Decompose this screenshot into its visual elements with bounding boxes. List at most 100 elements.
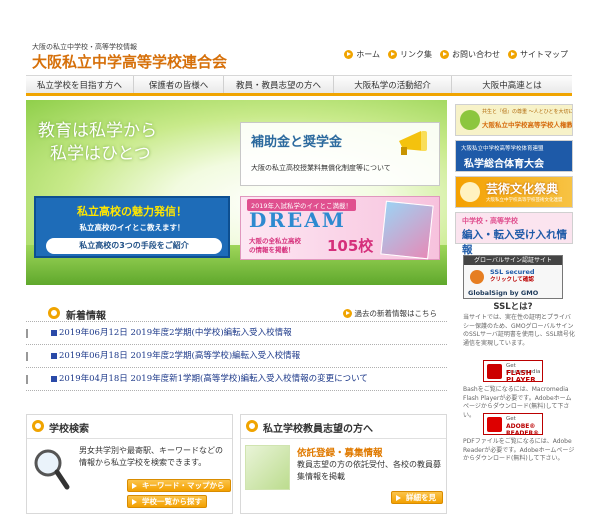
banner-transfer-line2: 編入・転入受け入れ情報	[462, 229, 567, 256]
reader-description: PDFファイルをご覧になるには、Adobe Readerが必要です。Adobeホ…	[463, 438, 575, 462]
ring-icon	[32, 420, 44, 432]
appeal-line2: 私立高校の3つの手段をご紹介	[46, 238, 222, 254]
banner-human-rights-line1: 共生と『個』の尊重 〜人とひとを大切に〜	[482, 109, 572, 115]
news-title: 新着情報	[66, 311, 106, 322]
arrow-bullet-icon	[388, 50, 397, 59]
link-links[interactable]: リンク集	[388, 49, 432, 60]
dream-count: 105校	[327, 237, 374, 255]
nav-parents[interactable]: 保護者の皆様へ	[134, 76, 224, 93]
subsidy-subtitle: 大阪の私立高校授業料無償化制度等について	[251, 164, 391, 172]
news-item[interactable]: 2019年04月18日 2019年度新1学期(高等学校)編転入受入校情報の変更に…	[26, 368, 447, 391]
square-bullet-icon	[51, 353, 57, 359]
banner-arts-line1: 大阪私立中学校高等学校芸術文化連盟	[486, 198, 563, 203]
link-contact[interactable]: お問い合わせ	[440, 49, 500, 60]
link-home[interactable]: ホーム	[344, 49, 380, 60]
ring-icon	[48, 307, 60, 319]
link-home-label: ホーム	[356, 50, 380, 59]
hero-copy-line1: 教育は私学から	[38, 121, 157, 141]
teacher-details-button[interactable]: 詳細を見る	[391, 491, 443, 514]
ssl-seal[interactable]: グローバルサイン認証サイト SSL secured クリックして確認 Globa…	[463, 255, 563, 299]
reader-big-label: ADOBE® READER®	[506, 423, 540, 437]
lock-icon	[470, 270, 484, 284]
global-nav: 私立学校を目指す方へ 保護者の皆様へ 教員・教員志望の方へ 大阪私学の活動紹介 …	[26, 75, 572, 96]
reader-small-label: Get	[506, 416, 516, 422]
ssl-click-label: クリックして確認	[490, 277, 534, 283]
flash-logo-icon	[487, 364, 502, 379]
get-flash-player-button[interactable]: Get macromedia FLASH PLAYER	[483, 360, 543, 384]
dream-sub-line1: 大阪の全私立高校	[249, 237, 301, 245]
site-title[interactable]: 大阪私立中学高等学校連合会	[32, 51, 227, 72]
magnifier-icon	[34, 449, 70, 490]
ssl-description: 当サイトでは、実在性の証明とプライバシー保護のため、GMOグローバルサインのSS…	[463, 314, 575, 347]
school-search-box: 学校検索 男女共学別や最寄駅、キーワードなどの情報から私立学校を検索できます。 …	[26, 414, 233, 514]
appeal-line: 私立高校のイイとこ教えます！	[79, 223, 185, 232]
hero-copy: 教育は私学から 私学はひとつ	[38, 120, 157, 166]
nav-prospective-students[interactable]: 私立学校を目指す方へ	[26, 76, 134, 93]
square-bullet-icon	[51, 330, 57, 336]
arrow-bullet-icon	[342, 309, 352, 318]
ssl-seal-header: グローバルサイン認証サイト	[464, 256, 562, 265]
subsidy-title: 補助金と奨学金	[251, 135, 343, 150]
news-item-text: 2019年06月12日 2019年度2学期(中学校)編転入受入校情報	[59, 328, 292, 338]
palette-icon	[460, 182, 480, 202]
get-adobe-reader-button[interactable]: Get ADOBE® READER®	[483, 413, 543, 437]
school-search-header: 学校検索	[27, 415, 232, 439]
banner-transfer-line1: 中学校・高等学校	[462, 217, 518, 225]
people-icon	[460, 110, 480, 130]
school-search-text: 男女共学別や最寄駅、キーワードなどの情報から私立学校を検索できます。	[79, 446, 223, 467]
past-news-link[interactable]: 過去の新着情報はこちら	[342, 308, 438, 319]
link-sitemap[interactable]: サイトマップ	[508, 49, 568, 60]
dream-subtitle: 大阪の全私立高校 の情報を掲載！	[249, 237, 301, 255]
banner-arts-line2: 芸術文化祭典	[486, 182, 559, 196]
arrow-bullet-icon	[440, 50, 449, 59]
nav-teachers[interactable]: 教員・教員志望の方へ	[224, 76, 334, 93]
link-contact-label: お問い合わせ	[452, 50, 500, 59]
square-bullet-icon	[51, 376, 57, 382]
link-sitemap-label: サイトマップ	[520, 50, 568, 59]
teacher-recruit-title: 私立学校教員志望の方へ	[263, 424, 373, 435]
dream-sub-line2: の情報を掲載！	[249, 246, 295, 254]
binder-icon	[26, 352, 38, 361]
hero-banner: 教育は私学から 私学はひとつ 補助金と奨学金 大阪の私立高校授業料無償化制度等に…	[26, 100, 447, 285]
dream-word: DREAM	[249, 208, 346, 232]
appeal-title: 私立高校の魅力発信！	[77, 205, 187, 218]
binder-icon	[26, 375, 38, 384]
nav-activities[interactable]: 大阪私学の活動紹介	[334, 76, 452, 93]
search-by-list-button[interactable]: 学校一覧から探す	[127, 495, 207, 508]
binder-icon	[26, 329, 38, 338]
news-item[interactable]: 2019年06月18日 2019年度2学期(高等学校)編転入受入校情報	[26, 345, 447, 368]
nav-about[interactable]: 大阪中高連とは	[452, 76, 572, 93]
news-section: 新着情報 過去の新着情報はこちら 2019年06月12日 2019年度2学期(中…	[26, 305, 447, 391]
news-header: 新着情報 過去の新着情報はこちら	[26, 305, 447, 322]
arrow-bullet-icon	[344, 50, 354, 59]
news-item-text: 2019年06月18日 2019年度2学期(高等学校)編転入受入校情報	[59, 351, 301, 361]
past-news-label: 過去の新着情報はこちら	[354, 309, 438, 318]
teacher-recruit-text: 教員志望の方の依託受付、各校の教員募集情報を掲載	[297, 460, 441, 481]
arrow-bullet-icon	[508, 50, 517, 59]
banner-human-rights[interactable]: 共生と『個』の尊重 〜人とひとを大切に〜 大阪私立中学校高等学校人権教育研究会	[455, 104, 573, 136]
megaphone-icon	[399, 131, 427, 155]
banner-sports-line2: 私学総合体育大会	[464, 159, 544, 170]
school-search-title: 学校検索	[49, 424, 89, 435]
news-item[interactable]: 2019年06月12日 2019年度2学期(中学校)編転入受入校情報	[26, 322, 447, 345]
banner-arts[interactable]: 芸術文化祭典 大阪私立中学校高等学校芸術文化連盟	[455, 176, 573, 208]
dream-card[interactable]: 2019年入試私学のイイとこ満載！ DREAM 大阪の全私立高校 の情報を掲載！…	[240, 196, 440, 260]
site-header: 大阪の私立中学校・高等学校情報 大阪私立中学高等学校連合会 ホーム リンク集 お…	[26, 36, 572, 76]
subsidy-card[interactable]: 補助金と奨学金 大阪の私立高校授業料無償化制度等について	[240, 122, 440, 186]
appeal-card[interactable]: 私立高校の魅力発信！ 私立高校のイイとこ教えます！ 私立高校の3つの手段をご紹介	[34, 196, 230, 258]
flash-big-label: FLASH PLAYER	[506, 369, 536, 384]
banner-transfer[interactable]: 中学校・高等学校 編入・転入受け入れ情報	[455, 212, 573, 256]
teacher-photo	[245, 445, 290, 490]
ring-icon	[246, 420, 258, 432]
ssl-seal-text: SSL secured クリックして確認	[490, 268, 535, 284]
hero-copy-line2: 私学はひとつ	[50, 144, 151, 164]
ssl-brand: GlobalSign by GMO	[468, 289, 539, 297]
adobe-reader-logo-icon	[487, 417, 502, 432]
news-item-text: 2019年04月18日 2019年度新1学期(高等学校)編転入受入校情報の変更に…	[59, 374, 368, 384]
search-by-keyword-button[interactable]: キーワード・マップから探す	[127, 479, 231, 502]
banner-sports[interactable]: 大阪私立中学校高等学校体育連盟 私学総合体育大会	[455, 140, 573, 172]
ssl-what-link[interactable]: SSLとは?	[463, 300, 563, 312]
banner-human-rights-line2: 大阪私立中学校高等学校人権教育研究会	[482, 121, 572, 129]
banner-sports-line1: 大阪私立中学校高等学校体育連盟	[461, 146, 544, 152]
teacher-recruit-subtitle[interactable]: 依託登録・募集情報	[297, 445, 383, 459]
